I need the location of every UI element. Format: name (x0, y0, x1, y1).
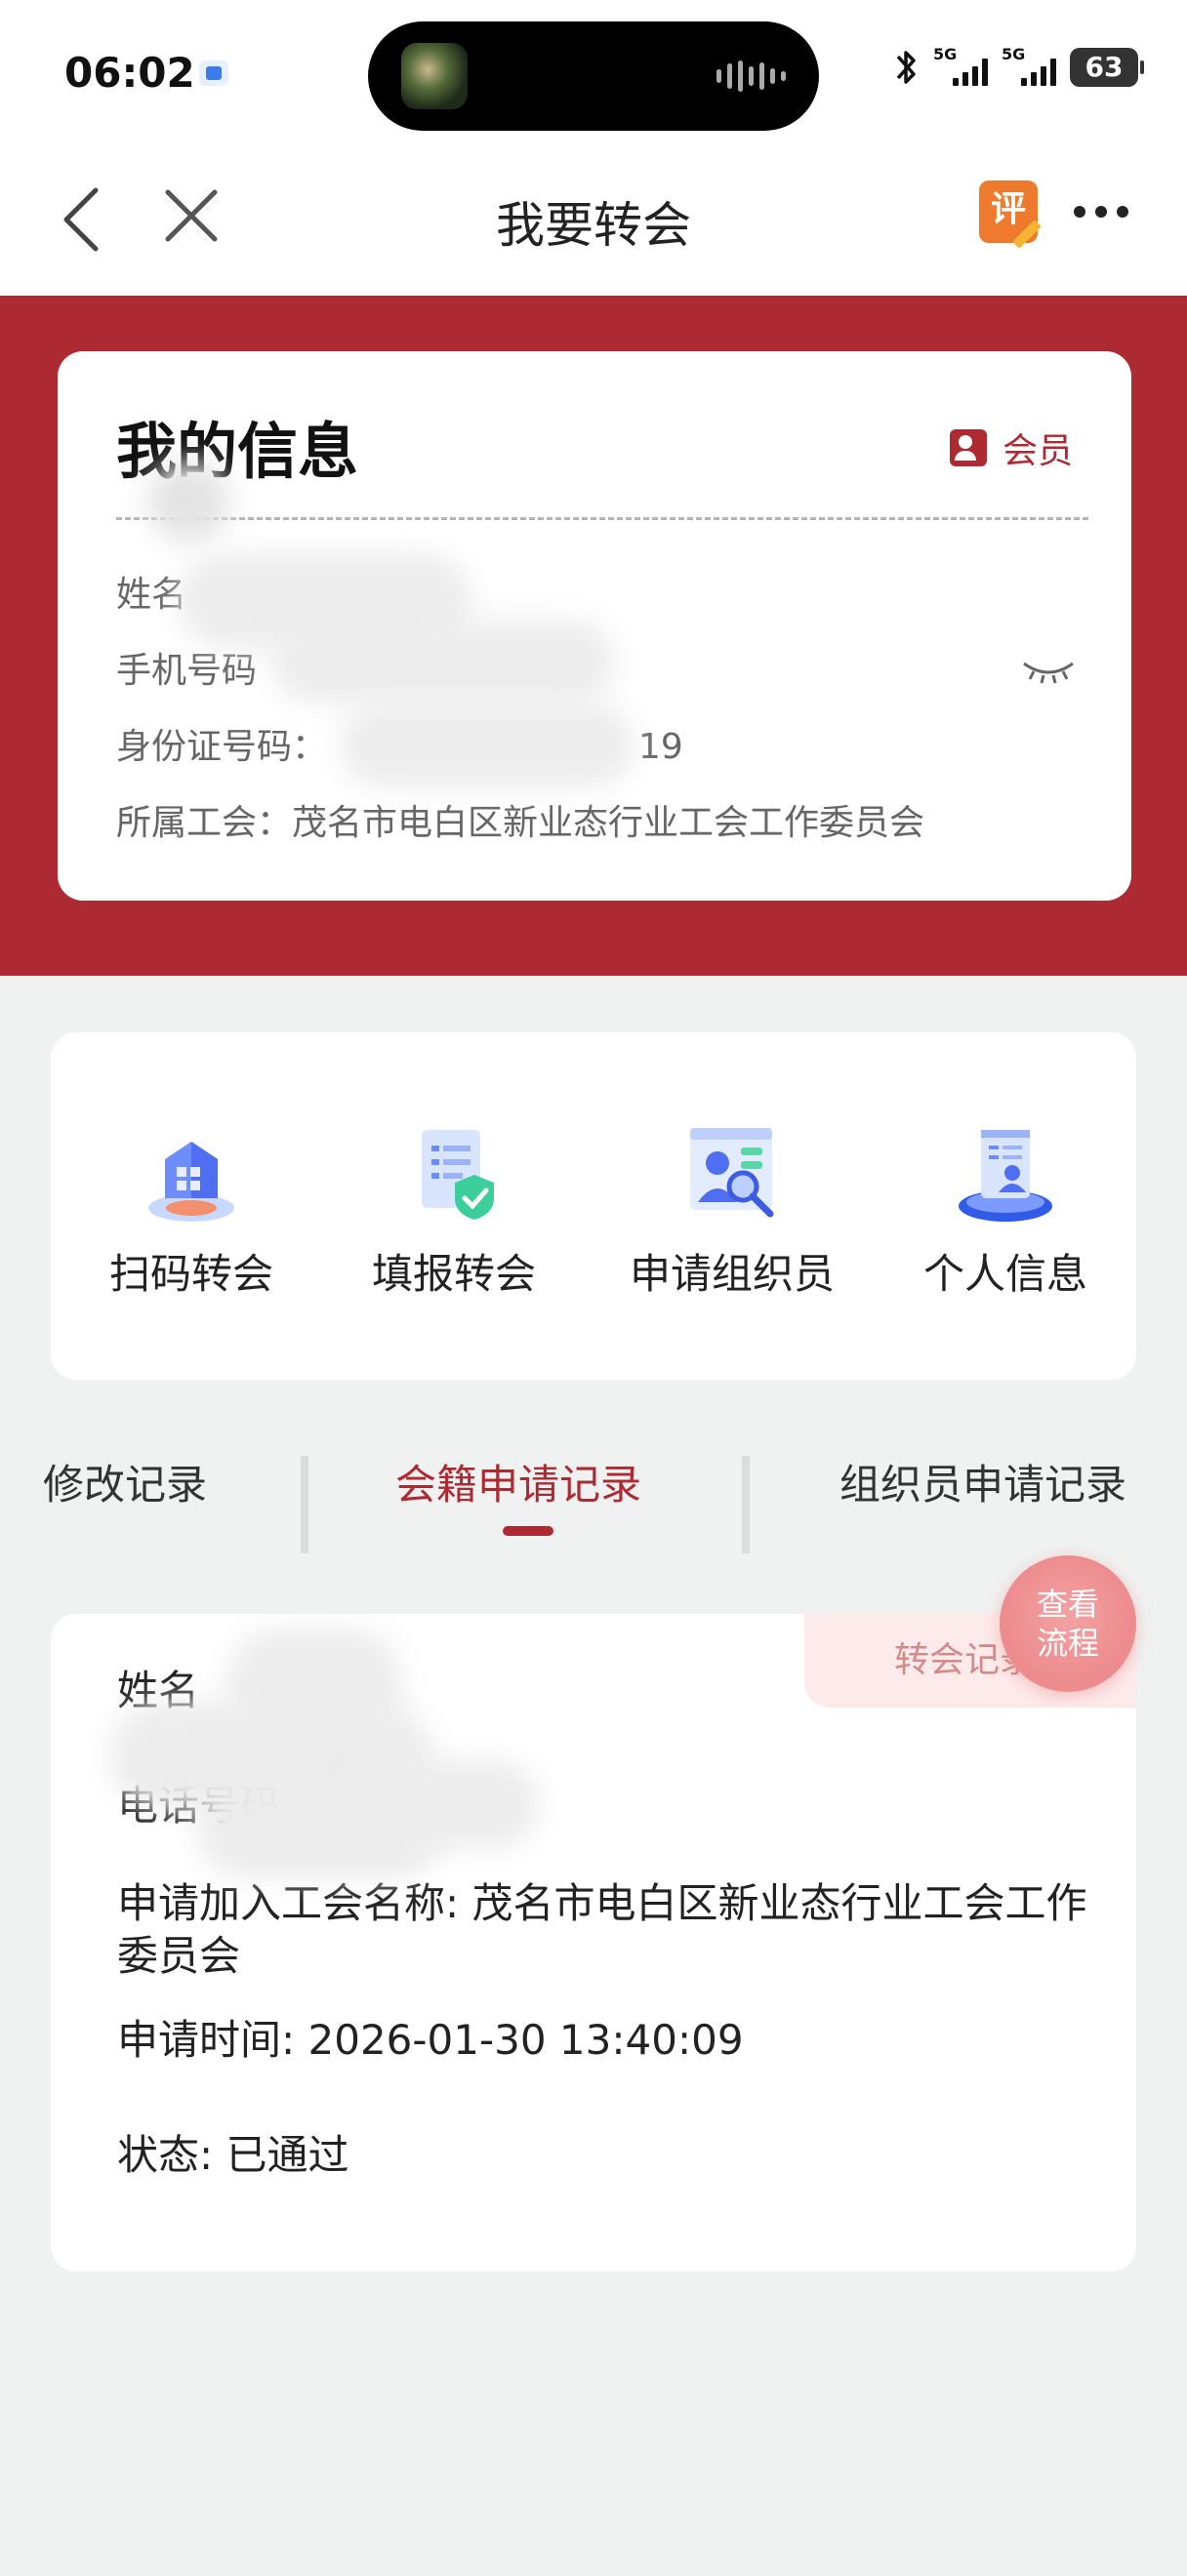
member-badge: 会员 (949, 423, 1073, 473)
my-info-card: 我的信息 会员 姓名 手机号码 身份证号码： 19 所属工会：茂名市电白区新业态… (58, 351, 1131, 901)
active-tab-indicator (503, 1526, 553, 1536)
record-union-name: 申请加入工会名称: 茂名市电白区新业态行业工会工作委员会 (117, 1879, 1087, 1980)
member-icon (949, 429, 987, 466)
status-bar: 06:02 5G 5G 63 (0, 0, 1187, 151)
tab-organizer-records[interactable]: 组织员申请记录 (839, 1452, 1126, 1511)
id-tail: 19 (637, 727, 683, 767)
form-transfer-button[interactable]: 填报转会 (351, 1120, 556, 1301)
redaction-blur (147, 461, 229, 543)
personal-info-button[interactable]: 个人信息 (908, 1120, 1103, 1301)
union-row: 所属工会：茂名市电白区新业态行业工会工作委员会 (116, 794, 924, 845)
record-apply-time: 申请时间: 2026-01-30 13:40:09 (117, 2016, 744, 2064)
view-flow-button[interactable]: 查看 流程 (1000, 1555, 1136, 1692)
action-label: 扫码转会 (108, 1250, 273, 1298)
redaction-blur (272, 621, 614, 703)
bluetooth-icon (892, 45, 920, 90)
dashed-divider (116, 517, 1088, 520)
media-thumbnail (401, 43, 468, 109)
form-shield-icon (400, 1120, 508, 1228)
name-row: 姓名 (116, 566, 186, 617)
profile-card-icon (952, 1120, 1059, 1228)
id-label: 身份证号码： (116, 727, 328, 767)
record-card[interactable]: 转会记录 姓名 电话号码**** 申请加入工会名称: 茂名市电白区新业态行业工会… (51, 1614, 1136, 2272)
redaction-blur (341, 704, 634, 786)
record-status: 状态: 已通过 (117, 2131, 349, 2179)
scan-transfer-button[interactable]: 扫码转会 (94, 1120, 289, 1301)
more-icon[interactable] (1074, 206, 1128, 218)
tab-membership-records[interactable]: 会籍申请记录 (395, 1452, 641, 1511)
audio-wave-icon (716, 60, 786, 92)
notification-icon (199, 60, 228, 86)
info-card-title: 我的信息 (116, 416, 359, 487)
actions-card: 扫码转会 填报转会 申请组织员 个人信息 (51, 1032, 1136, 1380)
qr-building-icon (138, 1120, 245, 1228)
phone-row: 手机号码 (116, 642, 257, 693)
member-label: 会员 (1002, 431, 1073, 471)
phone-label: 手机号码 (116, 651, 258, 691)
action-label: 个人信息 (922, 1250, 1087, 1298)
view-flow-line1: 查看 (1036, 1586, 1099, 1623)
nav-bar: 我要转会 评 (0, 151, 1187, 296)
battery-icon: 63 (1070, 48, 1144, 87)
action-label: 填报转会 (371, 1250, 536, 1298)
status-time: 06:02 (64, 49, 195, 97)
union-label: 所属工会： (116, 803, 293, 843)
signal-icon-2: 5G (1002, 45, 1056, 90)
redaction-blur (344, 1760, 539, 1848)
person-search-icon (678, 1120, 786, 1228)
tab-divider (301, 1456, 308, 1553)
apply-organizer-button[interactable]: 申请组织员 (615, 1120, 849, 1301)
view-flow-line2: 流程 (1036, 1625, 1099, 1662)
eye-closed-icon[interactable] (1020, 656, 1077, 685)
signal-icon-1: 5G (933, 45, 988, 90)
dynamic-island[interactable] (368, 21, 819, 131)
name-label: 姓名 (116, 575, 187, 615)
tab-divider (742, 1456, 750, 1553)
union-value: 茂名市电白区新业态行业工会工作委员会 (292, 803, 925, 843)
tab-modify-records[interactable]: 修改记录 (43, 1452, 207, 1511)
action-label: 申请组织员 (629, 1250, 835, 1298)
